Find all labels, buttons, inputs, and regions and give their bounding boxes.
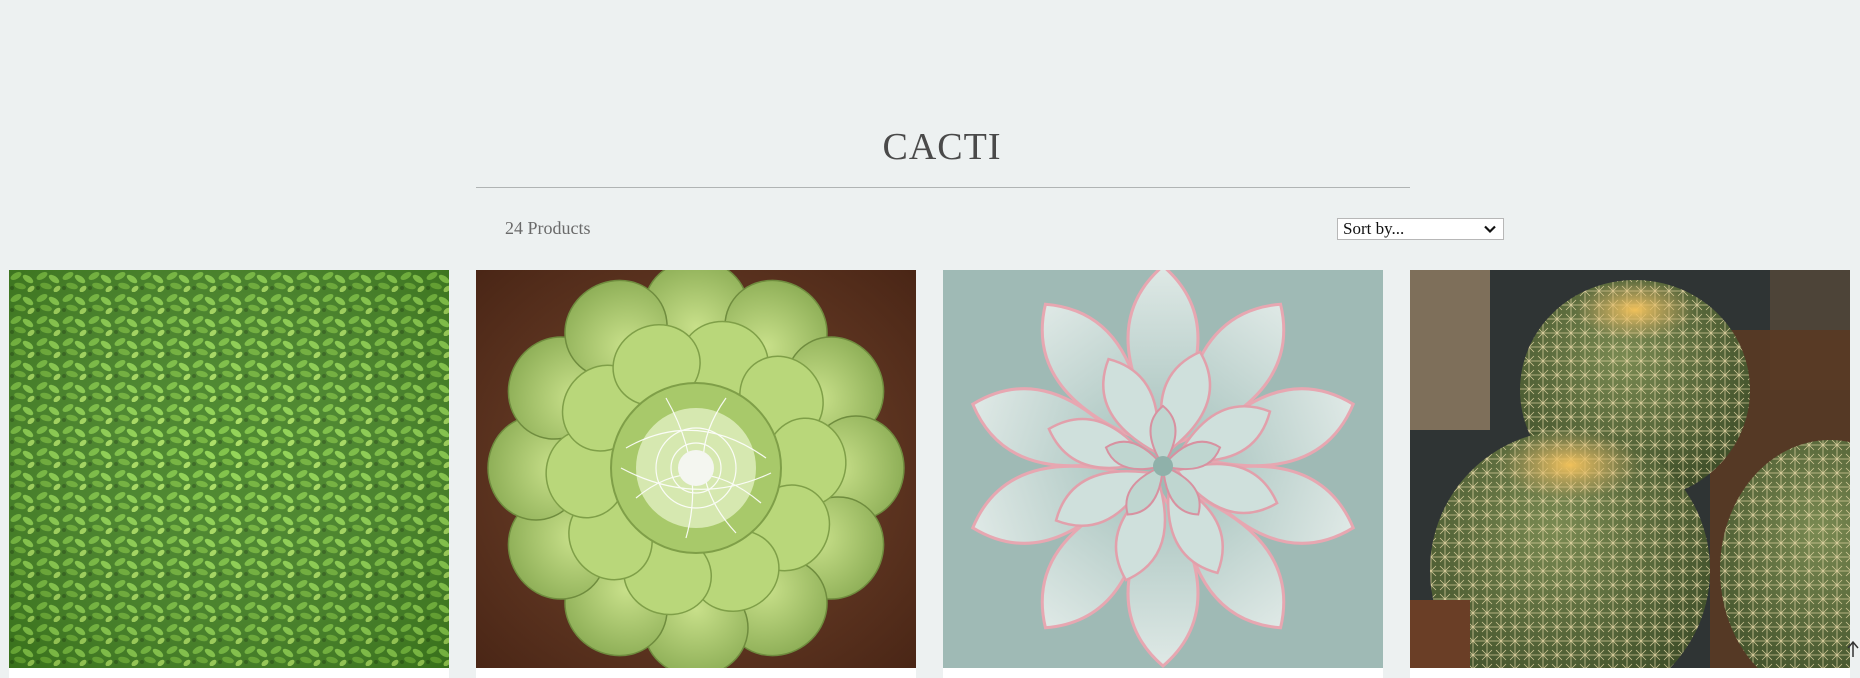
product-card[interactable] [1410, 270, 1850, 678]
product-count: 24 Products [505, 218, 591, 238]
product-card-footer [943, 668, 1383, 678]
product-card[interactable] [943, 270, 1383, 678]
product-image[interactable] [476, 270, 916, 668]
page-title: CACTI [882, 126, 1002, 168]
collection-page: CACTI 24 Products Sort by... [0, 0, 1860, 678]
product-image[interactable] [943, 270, 1383, 668]
product-image[interactable] [1410, 270, 1850, 668]
chevron-down-icon [1484, 225, 1496, 234]
sort-select-value: Sort by... [1343, 219, 1405, 238]
product-card-footer [476, 668, 916, 678]
product-card-footer [9, 668, 449, 678]
product-image[interactable] [9, 270, 449, 668]
product-card[interactable] [9, 270, 449, 678]
sort-select[interactable]: Sort by... [1337, 218, 1504, 240]
product-card[interactable] [476, 270, 916, 678]
product-card-footer [1410, 668, 1850, 678]
arrow-up-icon[interactable] [1846, 640, 1860, 658]
title-divider [476, 187, 1410, 188]
